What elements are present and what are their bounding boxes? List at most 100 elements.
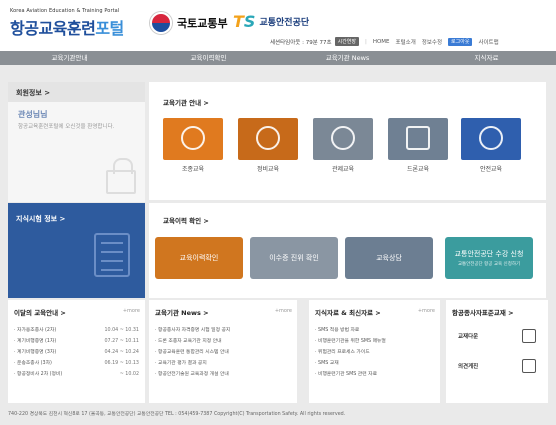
exam-info-panel[interactable]: 지식시험 정보 > [8, 203, 145, 298]
item-text: · 계기비행증명 (1차) [14, 339, 57, 344]
gear-icon [256, 126, 280, 150]
home-link[interactable]: HOME [373, 39, 390, 45]
list-item[interactable]: · 비행훈련기관 SMS 관련 자료 [315, 369, 434, 380]
member-title[interactable]: 회원정보 > [8, 82, 145, 102]
certificate-verify-label: 이수증 진위 확인 [269, 254, 319, 262]
textbook-download-button[interactable]: 교재다운 [446, 321, 548, 351]
tile-atc-label: 관제교육 [331, 166, 355, 173]
tile-pilot[interactable]: 조종교육 [163, 118, 223, 173]
molit-logo[interactable]: 국토교통부 [150, 12, 228, 34]
list-item[interactable]: · 운송조종사 (3차) 06.19 ~ 10.13 [14, 358, 139, 369]
edu-institutions-panel: 교육기관 안내 > 조종교육 정비교육 관제교육 드론교육 안전교육 [149, 82, 546, 200]
history-check-label: 교육이력확인 [179, 254, 219, 262]
list-item[interactable]: · 드론 조종자 교육기관 지정 안내 [155, 336, 291, 347]
history-check-button[interactable]: 교육이력확인 [155, 237, 243, 279]
list-item[interactable]: · SMS 적용 방법 자료 [315, 325, 434, 336]
ts-mark-s: S [243, 12, 256, 31]
divider: | [364, 38, 367, 45]
tile-maintenance[interactable]: 정비교육 [238, 118, 298, 173]
nav-edu-institutions[interactable]: 교육기관안내 [0, 51, 139, 65]
logo-english: Korea Aviation Education & Training Port… [10, 8, 120, 14]
taegeuk-icon [150, 12, 172, 34]
opinion-button[interactable]: 의견게진 [446, 351, 548, 381]
ts-mark-t: T [233, 12, 244, 31]
standard-title-text: 항공종사자표준교재 [452, 309, 506, 317]
list-item[interactable]: · 비행훈련기관을 위한 SMS 매뉴얼 [315, 336, 434, 347]
welcome-name: 관성님님 [18, 110, 48, 119]
standard-title[interactable]: 항공종사자표준교재 > [446, 300, 548, 321]
portal-intro-link[interactable]: 포털소개 [396, 38, 416, 46]
list-item[interactable]: · 항공교육훈련 통합관리 시스템 안내 [155, 347, 291, 358]
schedule-title-text: 이달의 교육안내 [14, 309, 59, 317]
list-item[interactable]: · 항공정비사 2차 (정비) ~ 10.02 [14, 369, 139, 380]
textbook-download-label: 교재다운 [458, 334, 479, 340]
utility-bar: 세션타임아웃 : 79분 77초 시간연장 | HOME 포털소개 정보수정 로… [270, 37, 499, 46]
molit-name: 국토교통부 [177, 17, 228, 30]
ts-logo[interactable]: TS 교통안전공단 [233, 12, 309, 31]
headset-icon [331, 126, 355, 150]
footer-address: 740-220 경상북도 김천시 혁신8로 17 (율곡동, 교통안전공단) 교… [8, 412, 346, 417]
edu-title-text: 교육기관 안내 [163, 99, 202, 107]
knowledge-panel: 지식자료 & 최신자료 > +more · SMS 적용 방법 자료 · 비행훈… [309, 300, 440, 403]
list-item[interactable]: · 계기비행증명 (3차) 04.24 ~ 10.24 [14, 347, 139, 358]
history-title[interactable]: 교육이력 확인 > [163, 215, 209, 225]
schedule-panel: 이달의 교육안내 > +more · 자가용조종사 (2차) 10.04 ~ 10… [8, 300, 145, 403]
consult-button[interactable]: 교육상담 [345, 237, 433, 279]
member-panel: 회원정보 > 관성님님 항공교육훈련포털에 오신것을 환영합니다. [8, 82, 145, 202]
knowledge-title-text: 지식자료 & 최신자료 [315, 309, 374, 317]
list-item[interactable]: · 위험관리 프로세스 가이드 [315, 347, 434, 358]
knowledge-more-link[interactable]: +more [418, 308, 435, 314]
member-title-text: 회원정보 [16, 89, 42, 97]
edu-title[interactable]: 교육기관 안내 > [163, 97, 209, 107]
news-title-text: 교육기관 News [155, 309, 201, 317]
tile-drone-label: 드론교육 [406, 166, 430, 173]
extend-session-button[interactable]: 시간연장 [334, 37, 359, 46]
ts-name: 교통안전공단 [259, 18, 310, 28]
logo-text-a: 항공교육훈련 [10, 19, 96, 38]
tile-pilot-label: 조종교육 [181, 166, 205, 173]
ts-mark: TS [233, 12, 255, 31]
history-title-text: 교육이력 확인 [163, 217, 202, 225]
item-date: 04.24 ~ 10.24 [104, 350, 139, 355]
lock-icon [106, 158, 136, 194]
hardhat-icon [479, 126, 503, 150]
page: Korea Aviation Education & Training Port… [0, 0, 556, 425]
list-item[interactable]: · 항공안전기술원 교육과정 개설 안내 [155, 369, 291, 380]
item-date: ~ 10.02 [119, 372, 139, 377]
sitemap-link[interactable]: 사이트맵 [478, 38, 498, 46]
portal-logo[interactable]: Korea Aviation Education & Training Port… [10, 8, 124, 39]
main-nav: 교육기관안내 교육이력확인 교육기관 News 지식자료 [0, 51, 556, 65]
list-item[interactable]: · 계기비행증명 (1차) 07.27 ~ 10.11 [14, 336, 139, 347]
tile-maintenance-label: 정비교육 [256, 166, 280, 173]
item-text: · 항공정비사 2차 (정비) [14, 372, 63, 377]
item-date: 10.04 ~ 10.31 [104, 328, 139, 333]
welcome-message: 항공교육훈련포털에 오신것을 환영합니다. [18, 124, 115, 130]
list-item[interactable]: · 자가용조종사 (2차) 10.04 ~ 10.31 [14, 325, 139, 336]
tile-safety[interactable]: 안전교육 [461, 118, 521, 173]
item-date: 06.19 ~ 10.13 [104, 361, 139, 366]
list-item[interactable]: · 교육기관 평가 결과 공지 [155, 358, 291, 369]
schedule-list: · 자가용조종사 (2차) 10.04 ~ 10.31 · 계기비행증명 (1차)… [8, 321, 145, 384]
edu-history-panel: 교육이력 확인 > 교육이력확인 이수증 진위 확인 교육상담 교통안전공단 수… [149, 203, 546, 298]
item-text: · 운송조종사 (3차) [14, 361, 52, 366]
logo-korean: 항공교육훈련포털 [10, 15, 124, 39]
tile-atc[interactable]: 관제교육 [313, 118, 373, 173]
list-item[interactable]: · 항공종사자 자격증명 시험 일정 공지 [155, 325, 291, 336]
logout-button[interactable]: 로그아웃 [448, 38, 473, 46]
tile-drone[interactable]: 드론교육 [388, 118, 448, 173]
news-panel: 교육기관 News > +more · 항공종사자 자격증명 시험 일정 공지 … [149, 300, 297, 403]
schedule-more-link[interactable]: +more [123, 308, 140, 314]
certificate-verify-button[interactable]: 이수증 진위 확인 [250, 237, 338, 279]
nav-knowledge[interactable]: 지식자료 [417, 51, 556, 65]
list-item[interactable]: · SMS 교재 [315, 358, 434, 369]
ts-enroll-button[interactable]: 교통안전공단 수강 신청 교통안전공단 항공 교육 신청하기 [445, 237, 533, 279]
nav-edu-history[interactable]: 교육이력확인 [139, 51, 278, 65]
edit-info-link[interactable]: 정보수정 [422, 38, 442, 46]
ts-enroll-sub: 교통안전공단 항공 교육 신청하기 [457, 262, 521, 267]
session-timer: 세션타임아웃 : 79분 77초 [270, 39, 332, 46]
nav-edu-news[interactable]: 교육기관 News [278, 51, 417, 65]
knowledge-list: · SMS 적용 방법 자료 · 비행훈련기관을 위한 SMS 매뉴얼 · 위험… [309, 321, 440, 384]
pilot-icon [181, 126, 205, 150]
news-more-link[interactable]: +more [275, 308, 292, 314]
logo-text-b: 포털 [95, 19, 124, 38]
